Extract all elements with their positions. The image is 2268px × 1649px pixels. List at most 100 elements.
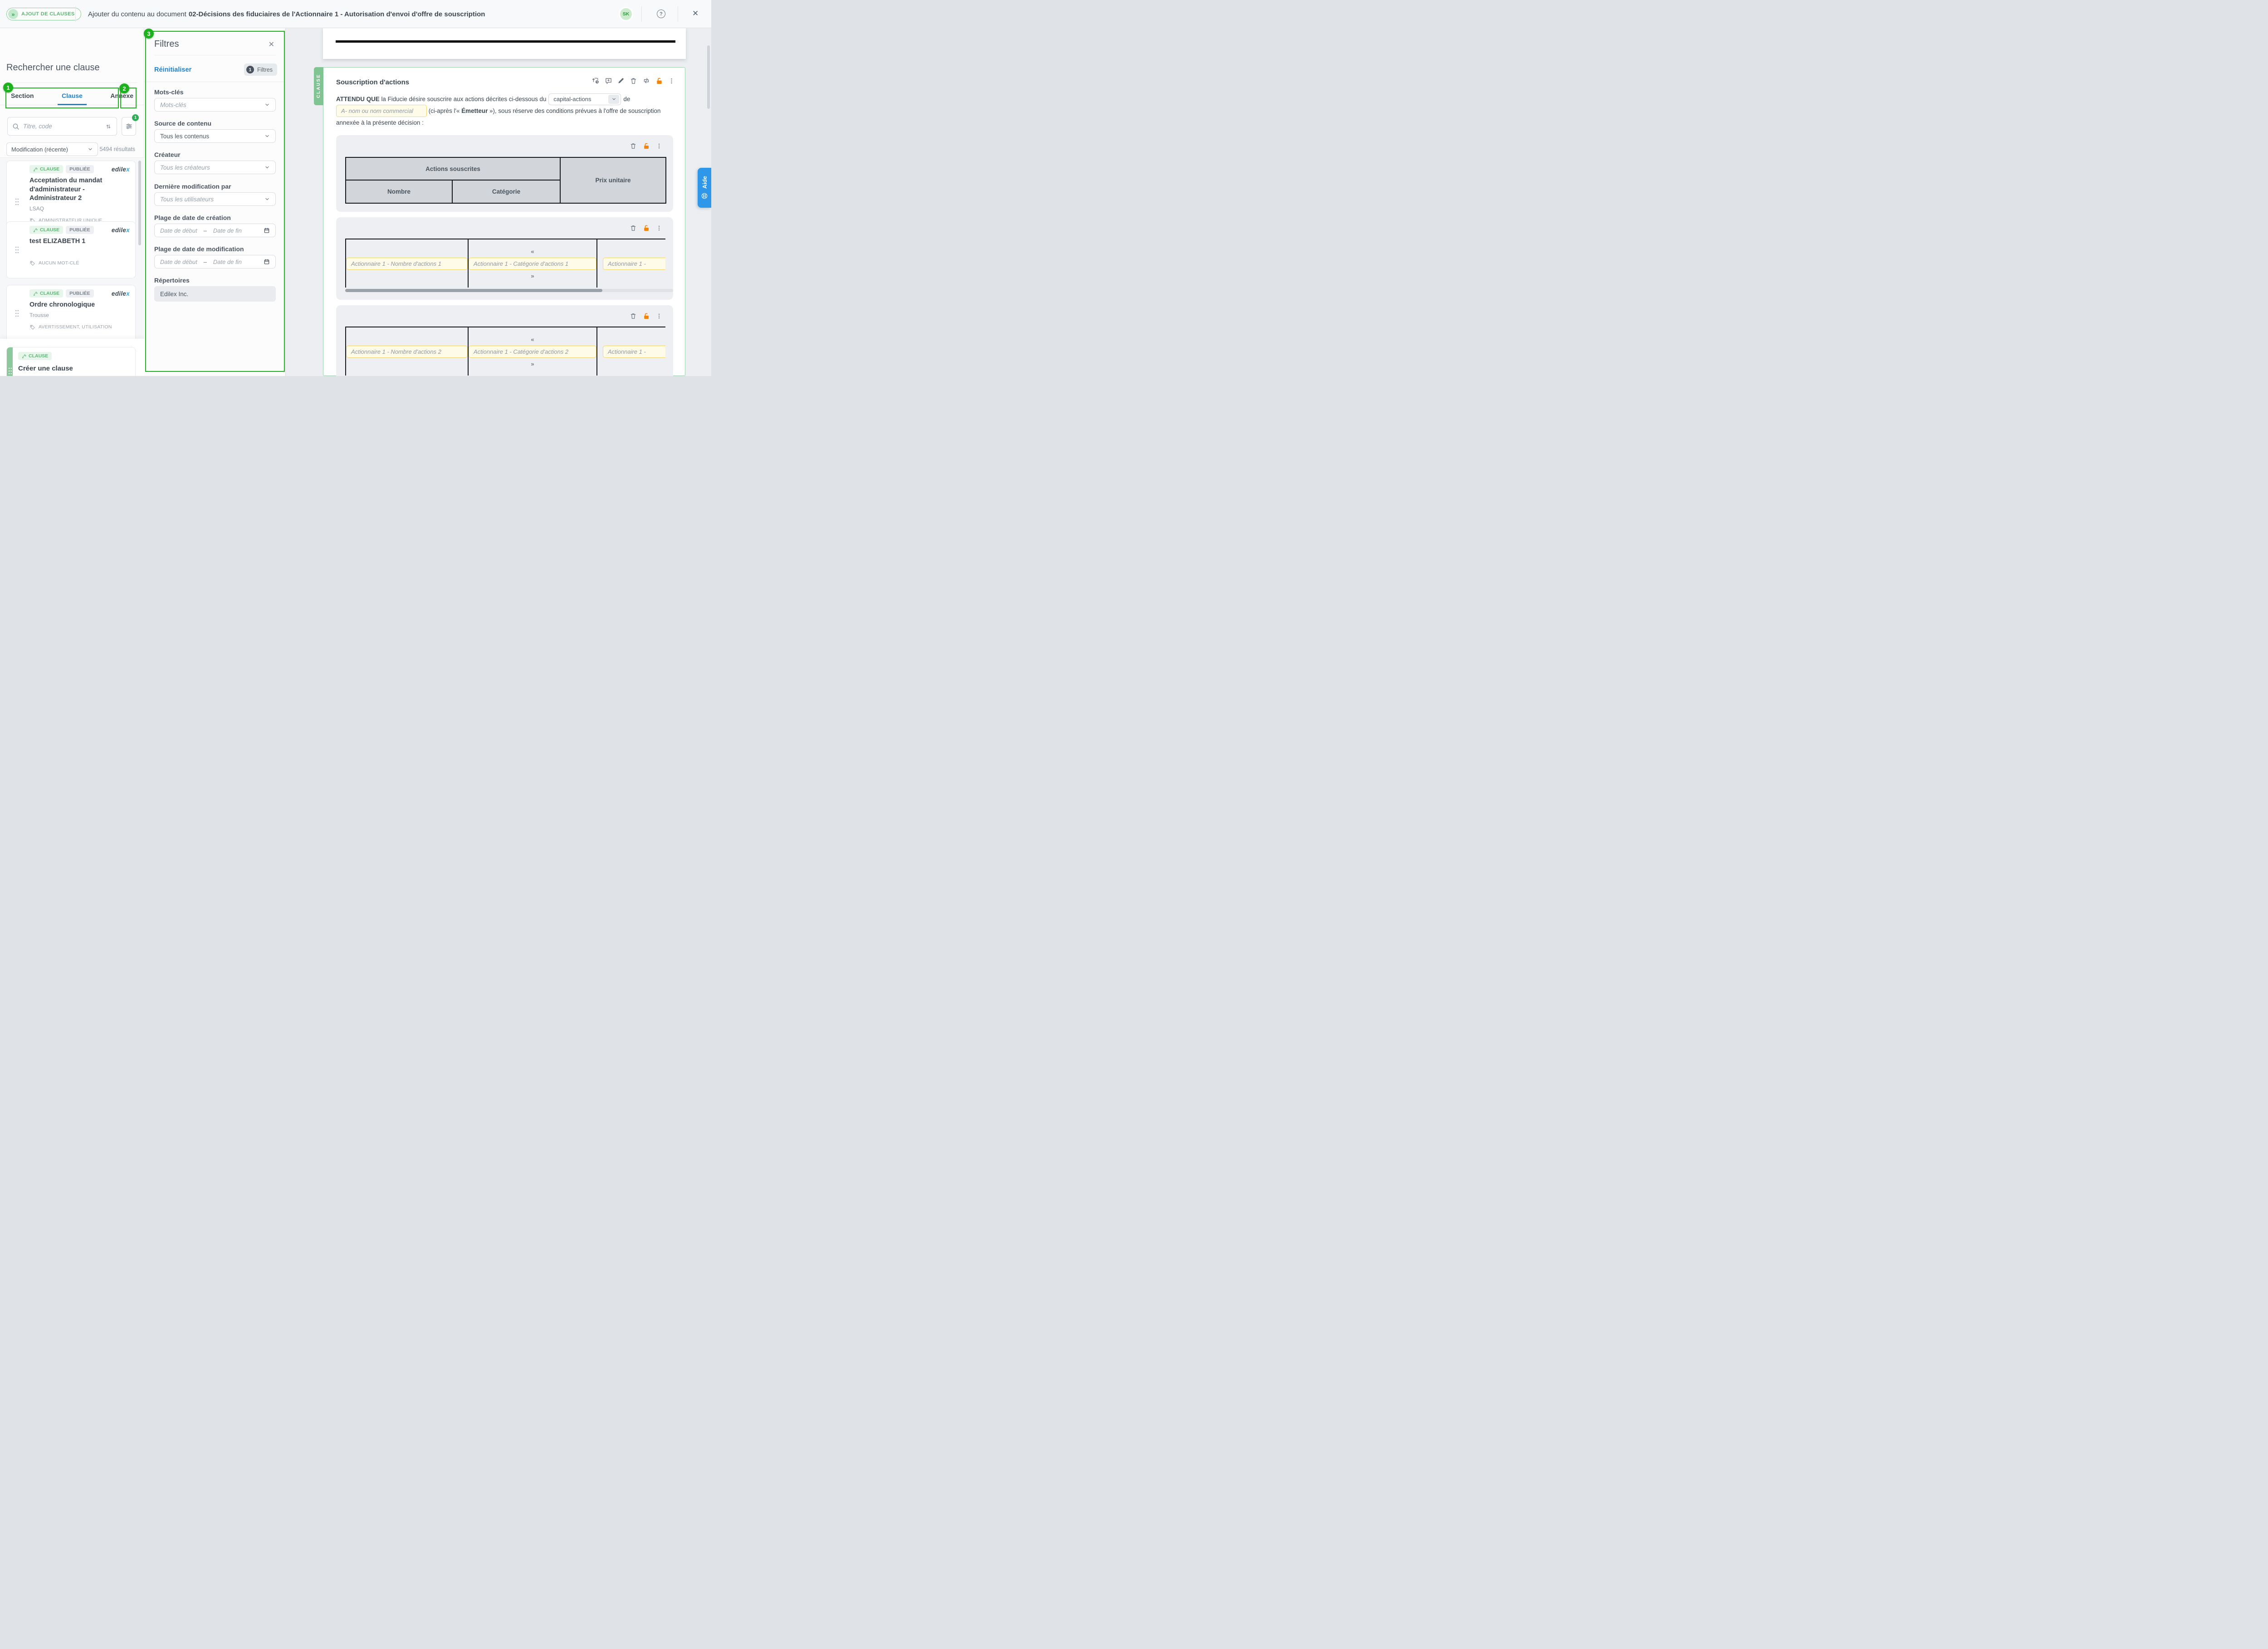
clause-side-tab[interactable]: CLAUSE	[314, 67, 323, 105]
source-select[interactable]: Tous les contenus	[154, 129, 276, 143]
clause-title: Souscription d'actions	[336, 78, 409, 86]
clause-card-subtitle: LSAQ	[29, 205, 130, 212]
edit-pencil-icon[interactable]	[617, 77, 625, 84]
create-clause-description: Pour ajouter faire glisser vers la table…	[18, 375, 130, 376]
horizontal-rule	[336, 40, 675, 43]
filters-close-icon[interactable]: ✕	[269, 40, 274, 49]
page-title-prefix: Ajouter du contenu au document	[88, 10, 186, 18]
sidebar-scrollbar[interactable]	[138, 161, 141, 245]
drag-handle-icon[interactable]	[15, 309, 19, 317]
sort-select[interactable]: Modification (récente)	[6, 142, 98, 156]
creator-placeholder: Tous les créateurs	[160, 164, 210, 171]
unlocked-lock-icon[interactable]	[643, 312, 650, 320]
directories-label: Répertoires	[154, 277, 190, 284]
create-clause-card[interactable]: CLAUSE Créer une clause Pour ajouter fai…	[6, 347, 136, 376]
help-icon[interactable]: ?	[657, 10, 665, 18]
create-clause-title: Créer une clause	[18, 365, 130, 372]
edilex-logo: edilex	[112, 227, 130, 234]
add-comment-icon[interactable]	[605, 77, 612, 85]
clause-type-badge: CLAUSE	[18, 352, 52, 360]
paragraph-line-1: ATTENDU QUE la Fiducie désire souscrire …	[336, 93, 676, 105]
clause-card-title: test ELIZABETH 1	[29, 237, 130, 246]
source-value: Tous les contenus	[160, 133, 209, 140]
drag-handle-icon[interactable]	[15, 246, 19, 254]
categorie-actions-input[interactable]: Actionnaire 1 - Catégorie d'actions 2	[469, 346, 596, 358]
emitter-name-input[interactable]: A- nom ou nom commercial	[336, 105, 427, 117]
ajout-de-clauses-button[interactable]: » AJOUT DE CLAUSES	[6, 8, 81, 20]
capital-actions-select[interactable]: capital-actions	[548, 93, 621, 105]
keywords-select[interactable]: Mots-clés	[154, 98, 276, 112]
kebab-menu-icon[interactable]	[668, 78, 675, 84]
date-separator: –	[204, 259, 207, 265]
delete-trash-icon[interactable]	[630, 224, 637, 232]
delete-trash-icon[interactable]	[630, 142, 637, 150]
chevron-down-icon	[88, 146, 93, 152]
kebab-menu-icon[interactable]	[656, 313, 662, 319]
unlocked-lock-icon[interactable]	[643, 142, 650, 150]
filters-count-pill: 1 Filtres	[244, 63, 277, 76]
tab-section[interactable]: Section	[11, 90, 34, 105]
replace-repeat-icon[interactable]	[642, 77, 650, 85]
unlocked-lock-icon[interactable]	[643, 224, 650, 232]
modified-by-select[interactable]: Tous les utilisateurs	[154, 192, 276, 206]
actions-row-table: Actionnaire 1 - Nombre d'actions 1 « Act…	[345, 239, 665, 288]
avatar[interactable]: SK	[620, 8, 632, 20]
date-start-placeholder: Date de début	[160, 259, 197, 265]
active-filter-count-badge: 1	[132, 114, 139, 121]
filters-count-label: Filtres	[257, 67, 273, 73]
date-start-placeholder: Date de début	[160, 227, 197, 234]
nombre-cell: Nombre	[346, 180, 452, 203]
tab-clause[interactable]: Clause	[62, 90, 83, 105]
modified-range-label: Plage de date de modification	[154, 245, 244, 253]
clause-results-list: CLAUSE PUBLIÉE edilex Acceptation du man…	[0, 157, 144, 339]
paragraph-line-3: annexée à la présente décision :	[336, 117, 676, 128]
clause-card[interactable]: CLAUSE PUBLIÉE edilex test ELIZABETH 1 A…	[6, 221, 136, 278]
nombre-actions-input[interactable]: Actionnaire 1 - Nombre d'actions 2	[346, 346, 468, 358]
help-tab-label: Aide	[701, 176, 708, 189]
delete-trash-icon[interactable]	[630, 77, 637, 85]
prix-input-cell: Actionnaire 1 -	[597, 327, 665, 376]
prix-unitaire-input[interactable]: Actionnaire 1 -	[603, 346, 665, 358]
delete-trash-icon[interactable]	[630, 312, 637, 320]
reset-filters-link[interactable]: Réinitialiser	[154, 66, 191, 73]
kebab-menu-icon[interactable]	[656, 143, 662, 149]
nombre-input-cell: Actionnaire 1 - Nombre d'actions 2	[346, 327, 468, 376]
sort-icon[interactable]	[105, 123, 112, 130]
clause-card[interactable]: CLAUSE PUBLIÉE edilex Ordre chronologiqu…	[6, 285, 136, 339]
help-side-tab[interactable]: Aide	[698, 168, 711, 208]
annotation-step-3: 3	[144, 29, 154, 39]
nombre-actions-input[interactable]: Actionnaire 1 - Nombre d'actions 1	[346, 258, 468, 270]
create-card-drag-bar[interactable]	[7, 347, 13, 376]
created-range-label: Plage de date de création	[154, 214, 231, 221]
search-input[interactable]	[23, 123, 101, 130]
keywords-label: Mots-clés	[154, 88, 184, 96]
drag-handle-icon[interactable]	[15, 198, 19, 205]
kebab-menu-icon[interactable]	[656, 225, 662, 231]
modified-range-picker[interactable]: Date de début – Date de fin	[154, 255, 276, 268]
created-range-picker[interactable]: Date de début – Date de fin	[154, 224, 276, 237]
clause-card-tags: AUCUN MOT-CLÉ	[29, 260, 130, 267]
clause-badge-label: CLAUSE	[29, 353, 48, 359]
status-badge: PUBLIÉE	[66, 165, 94, 173]
creator-select[interactable]: Tous les créateurs	[154, 161, 276, 174]
clause-card-subtitle: Trousse	[29, 312, 130, 318]
chevron-down-icon	[264, 196, 270, 202]
actions-row-table: Actionnaire 1 - Nombre d'actions 2 « Act…	[345, 327, 665, 376]
close-icon[interactable]: ✕	[692, 9, 699, 18]
horizontal-scrollbar-thumb[interactable]	[345, 289, 602, 292]
paragraph-line-2: A- nom ou nom commercial (ci-après l'« É…	[336, 105, 676, 117]
app-window: » AJOUT DE CLAUSES Ajouter du contenu au…	[0, 0, 711, 376]
prix-unitaire-input[interactable]: Actionnaire 1 -	[603, 258, 665, 270]
nombre-input-cell: Actionnaire 1 - Nombre d'actions 1	[346, 239, 468, 288]
document-scrollbar-thumb[interactable]	[707, 45, 710, 109]
search-box[interactable]	[7, 117, 117, 136]
creator-label: Créateur	[154, 151, 181, 158]
create-card-body: CLAUSE Créer une clause Pour ajouter fai…	[13, 347, 135, 376]
results-count: 5494 résultats	[99, 146, 135, 152]
table-row-card: Actionnaire 1 - Nombre d'actions 1 « Act…	[336, 217, 673, 300]
history-icon[interactable]	[591, 77, 600, 85]
categorie-actions-input[interactable]: Actionnaire 1 - Catégorie d'actions 1	[469, 258, 596, 270]
quote-open: «	[531, 337, 534, 342]
status-badge: PUBLIÉE	[66, 226, 94, 234]
unlocked-lock-icon[interactable]	[655, 77, 663, 85]
